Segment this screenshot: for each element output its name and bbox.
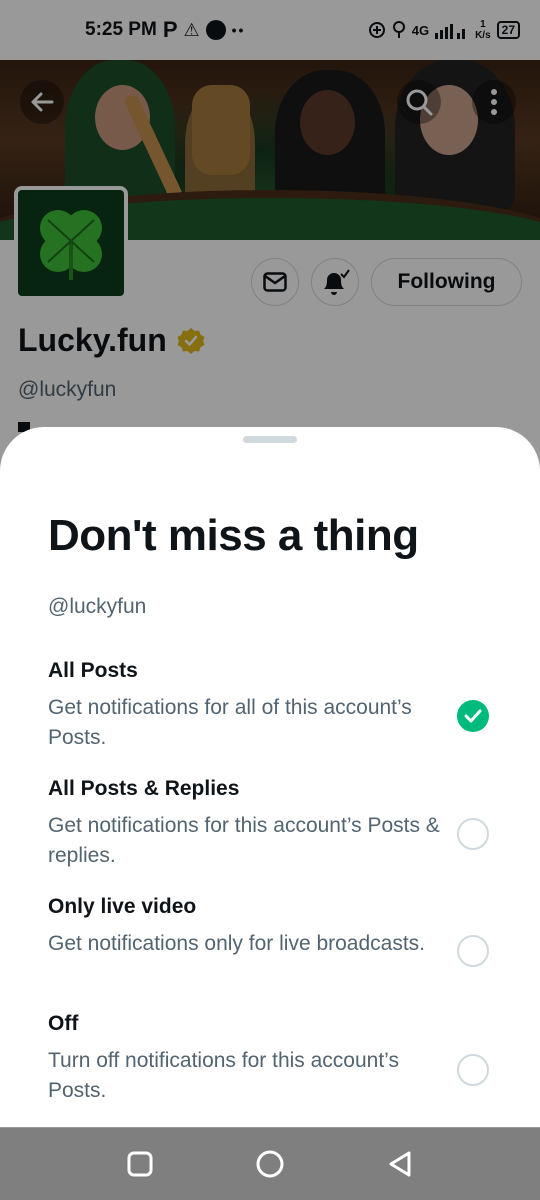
option-all-posts[interactable]: All Posts Get notifications for all of t… [48, 657, 518, 753]
option-all-posts-replies[interactable]: All Posts & Replies Get notifications fo… [48, 775, 518, 871]
radio-off[interactable] [457, 1054, 489, 1086]
sheet-account-handle: @luckyfun [48, 595, 147, 618]
option-title: All Posts [48, 659, 138, 682]
option-title: All Posts & Replies [48, 777, 240, 800]
square-icon [127, 1151, 153, 1177]
recent-apps-button[interactable] [116, 1140, 164, 1188]
option-description: Get notifications for all of this accoun… [48, 696, 412, 749]
option-title: Only live video [48, 895, 197, 918]
option-description: Get notifications for this account’s Pos… [48, 814, 440, 867]
radio-only-live-video[interactable] [457, 935, 489, 967]
sheet-title: Don't miss a thing [48, 511, 419, 560]
sheet-drag-handle[interactable] [243, 436, 297, 443]
option-description: Get notifications only for live broadcas… [48, 932, 426, 955]
system-navigation-bar [0, 1128, 540, 1200]
home-button[interactable] [246, 1140, 294, 1188]
notification-settings-sheet: Don't miss a thing @luckyfun All Posts G… [0, 427, 540, 1127]
checkmark-icon [464, 709, 482, 723]
option-description: Turn off notifications for this account’… [48, 1049, 399, 1102]
option-title: Off [48, 1012, 79, 1035]
radio-all-posts[interactable] [457, 700, 489, 732]
back-nav-button[interactable] [376, 1140, 424, 1188]
option-only-live-video[interactable]: Only live video Get notifications only f… [48, 893, 518, 959]
circle-icon [256, 1150, 284, 1178]
triangle-back-icon [389, 1151, 411, 1177]
radio-all-posts-replies[interactable] [457, 818, 489, 850]
option-off[interactable]: Off Turn off notifications for this acco… [48, 1010, 518, 1106]
